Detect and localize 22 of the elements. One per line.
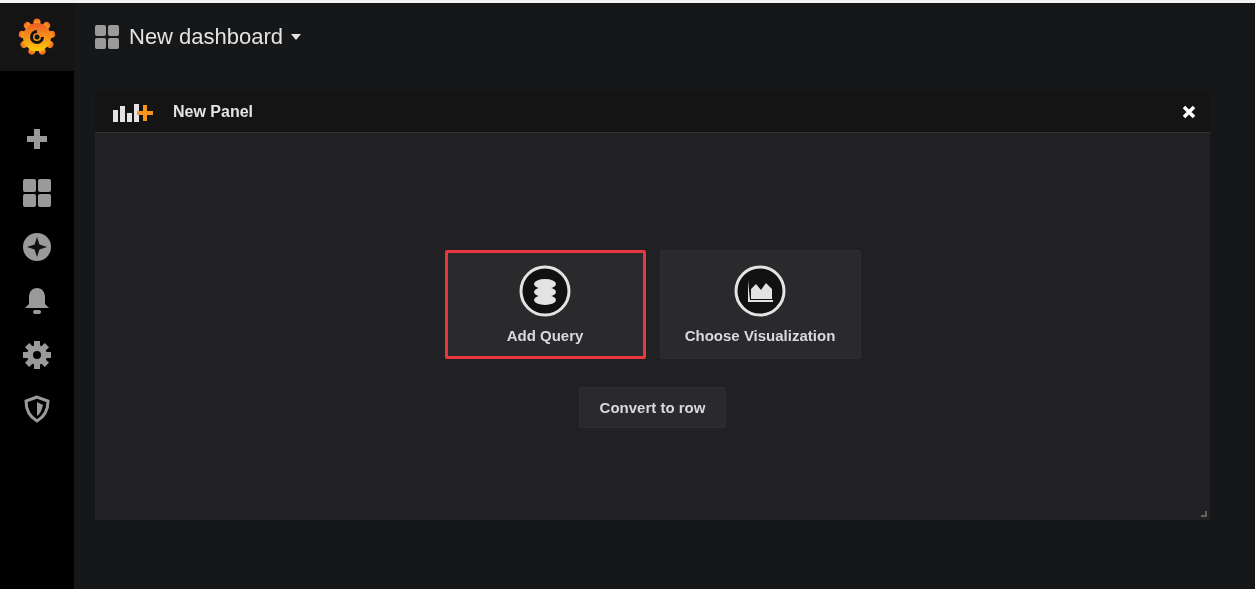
caret-icon [291,34,302,40]
database-icon [519,265,571,317]
panel-title: New Panel [173,103,255,121]
area-chart-icon [734,265,786,317]
close-button[interactable] [1180,103,1198,121]
plus-icon [26,128,48,150]
convert-to-row-button[interactable]: Convert to row [578,387,727,428]
compass-icon [23,233,51,261]
dashboard-title[interactable]: New dashboard [129,24,302,50]
dashboards-icon [95,25,119,49]
sidebar-item[interactable] [21,231,53,263]
logo-icon[interactable] [18,18,56,56]
settings-icon [23,341,51,369]
resize-handle-icon[interactable] [1201,511,1207,517]
action-card[interactable]: Choose Visualization [659,250,861,359]
dashboards-icon [23,179,51,207]
sidebar-item[interactable] [21,339,53,371]
add-panel-icon [113,102,153,122]
shield-icon [24,395,50,423]
bell-icon [24,287,50,315]
sidebar-item[interactable] [21,177,53,209]
action-card[interactable]: Add Query [444,250,646,359]
